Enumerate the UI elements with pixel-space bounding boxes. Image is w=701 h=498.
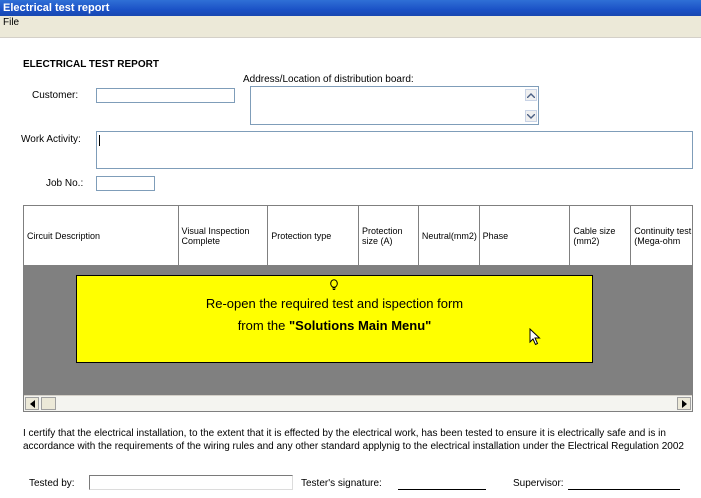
grid-header: Circuit Description Visual Inspection Co… [24, 206, 692, 266]
menu-bar: File [0, 16, 701, 38]
column-header-protection-type[interactable]: Protection type [268, 206, 359, 265]
scroll-thumb[interactable] [41, 397, 56, 410]
job-no-label: Job No.: [46, 178, 84, 189]
supervisor-label: Supervisor: [513, 478, 564, 489]
tester-signature-label: Tester's signature: [301, 478, 382, 489]
message-prefix: from the [237, 318, 289, 333]
window-title: Electrical test report [3, 2, 110, 14]
tested-by-input[interactable] [89, 475, 293, 490]
address-scroll-up[interactable] [525, 89, 537, 101]
message-line-1: Re-open the required test and ispection … [205, 296, 464, 311]
lightbulb-icon [330, 279, 338, 290]
address-textarea[interactable] [250, 86, 539, 125]
report-heading: ELECTRICAL TEST REPORT [23, 59, 159, 70]
column-header-protection-size[interactable]: Protection size (A) [359, 206, 419, 265]
supervisor-signature-line [568, 489, 680, 490]
customer-label: Customer: [32, 90, 79, 101]
reopen-form-message: Re-open the required test and ispection … [76, 275, 593, 363]
address-scroll-down[interactable] [525, 110, 537, 122]
column-header-circuit-description[interactable]: Circuit Description [24, 206, 179, 265]
column-header-phase[interactable]: Phase [480, 206, 571, 265]
chevron-up-icon [527, 92, 535, 98]
customer-input[interactable] [96, 88, 235, 103]
column-header-visual-inspection[interactable]: Visual Inspection Complete [179, 206, 269, 265]
menu-file[interactable]: File [3, 17, 19, 28]
mouse-cursor-icon [529, 328, 541, 346]
arrow-left-icon [29, 399, 35, 408]
certification-text: I certify that the electrical installati… [23, 428, 684, 452]
chevron-down-icon [527, 113, 535, 119]
message-line-2: from the "Solutions Main Menu" [77, 318, 592, 333]
scroll-right-button[interactable] [677, 397, 691, 410]
solutions-main-menu-text: "Solutions Main Menu" [288, 318, 432, 333]
grid-horizontal-scrollbar[interactable] [24, 395, 692, 411]
arrow-right-icon [681, 399, 687, 408]
work-activity-label: Work Activity: [21, 134, 81, 145]
column-header-cable-size[interactable]: Cable size (mm2) [570, 206, 632, 265]
column-header-neutral[interactable]: Neutral(mm2) [419, 206, 480, 265]
text-caret [99, 135, 100, 146]
job-no-input[interactable] [96, 176, 155, 191]
scroll-left-button[interactable] [25, 397, 39, 410]
window-title-bar: Electrical test report [0, 0, 701, 16]
tester-signature-line [398, 489, 486, 490]
address-label: Address/Location of distribution board: [243, 74, 414, 85]
tested-by-label: Tested by: [29, 478, 75, 489]
column-header-continuity-test[interactable]: Continuity test (Mega-ohm [631, 206, 692, 265]
work-activity-input[interactable] [96, 131, 693, 169]
